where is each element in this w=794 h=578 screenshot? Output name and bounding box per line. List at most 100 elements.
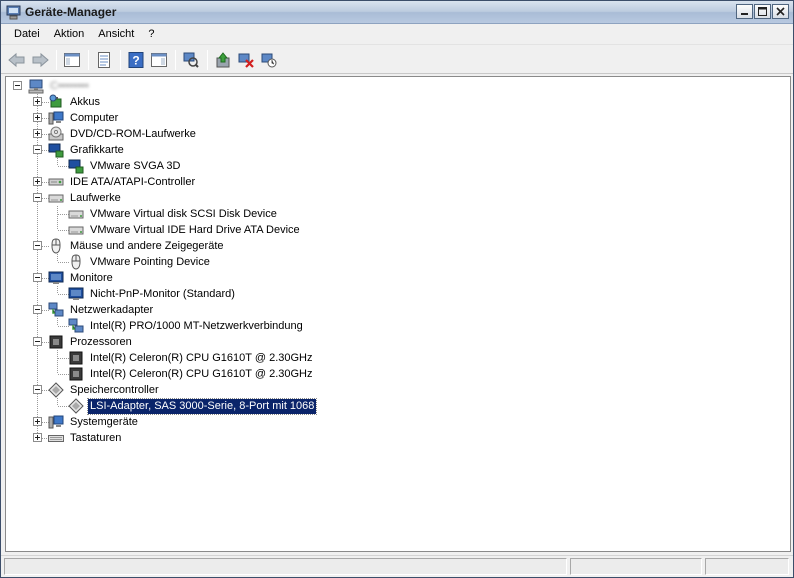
netzwerk-collapse-toggle[interactable] — [33, 305, 42, 314]
title-bar[interactable]: Geräte-Manager — [1, 1, 793, 24]
laufwerke-collapse-toggle[interactable] — [33, 193, 42, 202]
computer-expand-toggle[interactable] — [33, 113, 42, 122]
minus-icon — [35, 149, 40, 150]
toolbar-separator — [175, 49, 176, 70]
processor-icon — [49, 335, 63, 349]
close-icon — [776, 7, 785, 16]
category-laufwerke[interactable]: Laufwerke — [48, 190, 123, 206]
maximize-button[interactable] — [754, 4, 771, 19]
processor-icon — [69, 367, 83, 381]
menu-ansicht[interactable]: Ansicht — [91, 26, 141, 42]
device-vmware-svga[interactable]: VMware SVGA 3D — [68, 158, 182, 174]
category-prozessoren[interactable]: Prozessoren — [48, 334, 134, 350]
forward-button[interactable] — [29, 49, 51, 71]
plus-icon — [35, 435, 40, 440]
plus-icon — [35, 115, 40, 120]
monitor-icon — [68, 287, 84, 300]
grafikkarte-collapse-toggle[interactable] — [33, 145, 42, 154]
back-button[interactable] — [6, 49, 28, 71]
computer-icon — [48, 111, 64, 125]
status-pane-tertiary — [705, 558, 789, 575]
status-pane-secondary — [570, 558, 702, 575]
category-grafikkarte[interactable]: Grafikkarte — [48, 142, 126, 158]
forward-arrow-icon — [32, 52, 49, 67]
category-label: Speichercontroller — [70, 383, 159, 396]
window-title: Geräte-Manager — [25, 5, 117, 19]
dvd-expand-toggle[interactable] — [33, 129, 42, 138]
network-adapter-icon — [48, 302, 64, 317]
device-vmware-pointing[interactable]: VMware Pointing Device — [68, 254, 212, 270]
properties-button[interactable] — [93, 49, 115, 71]
network-adapter-icon — [68, 318, 84, 333]
console-tree-button[interactable] — [61, 49, 83, 71]
uninstall-device-icon — [238, 53, 254, 68]
category-monitore[interactable]: Monitore — [48, 270, 115, 286]
minimize-button[interactable] — [736, 4, 753, 19]
minus-icon — [35, 389, 40, 390]
mouse-icon — [71, 254, 81, 270]
device-cpu-2[interactable]: Intel(R) Celeron(R) CPU G1610T @ 2.30GHz — [68, 366, 314, 382]
plus-icon — [35, 131, 40, 136]
category-speichercontroller[interactable]: Speichercontroller — [48, 382, 161, 398]
menu-bar: Datei Aktion Ansicht ? — [1, 24, 793, 45]
toolbar-separator — [88, 49, 89, 70]
category-label: Mäuse und andere Zeigegeräte — [70, 239, 224, 252]
device-vmware-scsi-disk[interactable]: VMware Virtual disk SCSI Disk Device — [68, 206, 279, 222]
menu-help[interactable]: ? — [141, 26, 161, 42]
tastaturen-expand-toggle[interactable] — [33, 433, 42, 442]
minus-icon — [35, 309, 40, 310]
disable-device-button[interactable] — [258, 49, 280, 71]
category-systemgeraete[interactable]: Systemgeräte — [48, 414, 140, 430]
akkus-expand-toggle[interactable] — [33, 97, 42, 106]
device-nicht-pnp-monitor[interactable]: Nicht-PnP-Monitor (Standard) — [68, 286, 237, 302]
disk-drive-icon — [48, 194, 64, 203]
category-tastaturen[interactable]: Tastaturen — [48, 430, 123, 446]
menu-datei[interactable]: Datei — [7, 26, 47, 42]
display-adapter-icon — [68, 159, 84, 174]
monitore-collapse-toggle[interactable] — [33, 273, 42, 282]
device-cpu-1[interactable]: Intel(R) Celeron(R) CPU G1610T @ 2.30GHz — [68, 350, 314, 366]
maeuse-collapse-toggle[interactable] — [33, 241, 42, 250]
device-label: Intel(R) Celeron(R) CPU G1610T @ 2.30GHz — [90, 351, 313, 364]
scan-hardware-button[interactable] — [180, 49, 202, 71]
speicher-collapse-toggle[interactable] — [33, 385, 42, 394]
category-label: Grafikkarte — [70, 143, 124, 156]
plus-icon — [35, 179, 40, 184]
device-label: VMware Pointing Device — [90, 255, 210, 268]
category-label: Netzwerkadapter — [70, 303, 154, 316]
disable-device-icon — [261, 53, 277, 67]
storage-controller-icon — [68, 398, 84, 414]
category-akkus[interactable]: Akkus — [48, 94, 102, 110]
uninstall-device-button[interactable] — [235, 49, 257, 71]
category-label: Akkus — [70, 95, 100, 108]
battery-icon — [49, 94, 62, 108]
root-collapse-toggle[interactable] — [13, 81, 22, 90]
update-driver-button[interactable] — [212, 49, 234, 71]
disk-drive-icon — [68, 226, 84, 235]
category-netzwerkadapter[interactable]: Netzwerkadapter — [48, 302, 155, 318]
systemgeraete-expand-toggle[interactable] — [33, 417, 42, 426]
category-ide[interactable]: IDE ATA/ATAPI-Controller — [48, 174, 197, 190]
category-dvd[interactable]: DVD/CD-ROM-Laufwerke — [48, 126, 198, 142]
ide-expand-toggle[interactable] — [33, 177, 42, 186]
help-button[interactable]: ? — [125, 49, 147, 71]
device-vmware-ide-disk[interactable]: VMware Virtual IDE Hard Drive ATA Device — [68, 222, 302, 238]
device-intel-pro1000[interactable]: Intel(R) PRO/1000 MT-Netzwerkverbindung — [68, 318, 305, 334]
action-pane-icon — [151, 52, 167, 67]
menu-aktion[interactable]: Aktion — [47, 26, 92, 42]
category-maeuse[interactable]: Mäuse und andere Zeigegeräte — [48, 238, 226, 254]
toolbar-separator — [207, 49, 208, 70]
prozessoren-collapse-toggle[interactable] — [33, 337, 42, 346]
device-manager-app-icon — [6, 5, 22, 20]
device-lsi-adapter[interactable]: LSI-Adapter, SAS 3000-Serie, 8-Port mit … — [68, 397, 318, 415]
selected-device-label: LSI-Adapter, SAS 3000-Serie, 8-Port mit … — [86, 397, 318, 415]
action-pane-button[interactable] — [148, 49, 170, 71]
tree-root[interactable]: C•••••••• — [28, 78, 91, 94]
device-label: Intel(R) PRO/1000 MT-Netzwerkverbindung — [90, 319, 303, 332]
device-tree[interactable]: C•••••••• Akkus Computer DVD/CD-ROM-Lauf… — [5, 76, 791, 552]
help-icon: ? — [128, 51, 144, 68]
back-arrow-icon — [8, 52, 25, 67]
minimize-icon — [741, 13, 748, 15]
close-button[interactable] — [772, 4, 789, 19]
category-computer[interactable]: Computer — [48, 110, 120, 126]
